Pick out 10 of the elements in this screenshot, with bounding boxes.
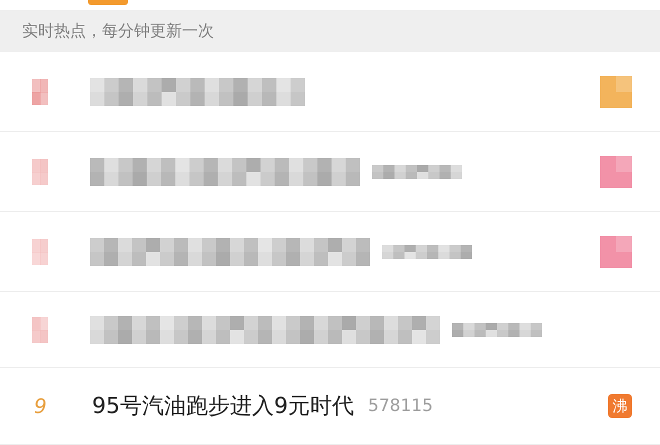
pixelated-rank xyxy=(32,78,48,104)
tab-indicator[interactable] xyxy=(88,0,128,5)
pixelated-rank xyxy=(32,158,48,184)
rank-number: 9 xyxy=(33,394,48,418)
notice-text: 实时热点，每分钟更新一次 xyxy=(22,20,214,42)
pixelated-rank xyxy=(32,238,48,264)
topic-title[interactable]: 95号汽油跑步进入9元时代 xyxy=(92,391,354,421)
pixelated-rank xyxy=(32,316,48,342)
heat-count: 578115 xyxy=(368,396,433,416)
hot-badge: 沸 xyxy=(608,394,632,418)
